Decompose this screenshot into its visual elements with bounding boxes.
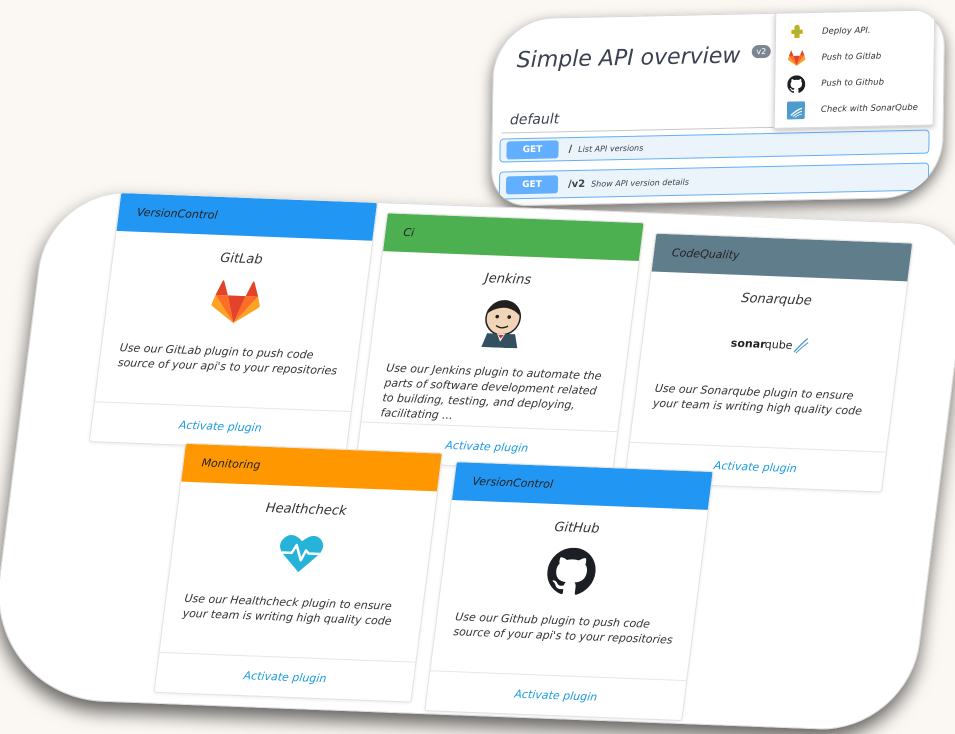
card-title: Sonarqube (740, 290, 813, 309)
method-badge: GET (505, 175, 559, 195)
menu-item-label: Push to Gitlab (821, 51, 882, 63)
card-category: Ci (383, 213, 644, 262)
plugin-action-menu: Deploy API. Push to Gitlab Push to Githu… (773, 9, 936, 129)
api-title-text: Simple API overview (516, 43, 741, 74)
jenkins-logo (371, 290, 634, 356)
sonarqube-logo: sonar qube (640, 310, 903, 376)
github-logo (440, 539, 703, 605)
api-section-default[interactable]: default (510, 111, 559, 128)
menu-item-label: Push to Github (821, 77, 885, 89)
card-title: GitHub (553, 519, 601, 537)
operation-row[interactable]: GET /v2 Show API version details (498, 162, 930, 200)
sonarqube-icon (786, 101, 806, 120)
operation-path: / (568, 143, 573, 155)
method-badge: GET (506, 140, 559, 160)
operation-description: List API versions (578, 143, 644, 154)
card-description: Use our Github plugin to push code sourc… (452, 610, 674, 647)
github-icon (787, 75, 806, 93)
operation-path: /v2 (567, 178, 586, 190)
svg-text:qube: qube (764, 338, 794, 352)
card-description: Use our Healthcheck plugin to ensure you… (181, 591, 393, 628)
card-description: Use our GitLab plugin to push code sourc… (117, 341, 338, 378)
card-title: Healthcheck (264, 500, 348, 519)
card-category: VersionControl (451, 462, 713, 510)
heart-pulse-logo (169, 520, 432, 586)
card-category: Monitoring (181, 443, 442, 492)
plugin-card-github: VersionControl GitHub Use our Github plu… (424, 461, 714, 722)
plugin-card-gitlab: VersionControl GitLab Use our GitLab plu… (88, 192, 379, 452)
card-category: CodeQuality (651, 233, 913, 282)
card-title: GitLab (219, 250, 264, 268)
plugin-card-sonarqube: CodeQuality Sonarqube sonar qube Use our… (623, 232, 914, 493)
gitlab-logo (105, 270, 368, 336)
puzzle-icon (788, 23, 806, 41)
api-overview-panel: Simple API overview v2 default GET / Lis… (490, 9, 946, 207)
plugins-panel: VersionControl GitLab Use our GitLab plu… (0, 189, 955, 733)
menu-item-label: Deploy API. (821, 25, 871, 37)
plugin-card-jenkins: Ci Jenkins Use our Jenkins plugin to aut… (355, 212, 645, 473)
card-category: VersionControl (116, 193, 378, 241)
operation-row[interactable]: GET / List API versions (499, 129, 930, 163)
activate-plugin-button[interactable]: Activate plugin (425, 670, 687, 720)
menu-item-push-github[interactable]: Push to Github (775, 68, 933, 97)
operation-description: Show API version details (591, 177, 690, 189)
api-title: Simple API overview v2 (517, 43, 772, 73)
menu-item-sonarqube[interactable]: Check with SonarQube (775, 94, 933, 123)
svg-text:sonar: sonar (730, 337, 767, 351)
card-title: Jenkins (483, 271, 532, 288)
plugin-card-healthcheck: Monitoring Healthcheck Use our Healthche… (153, 442, 443, 703)
gitlab-icon (787, 49, 806, 67)
card-description: Use our Sonarqube plugin to ensure your … (652, 381, 863, 418)
menu-item-deploy-api[interactable]: Deploy API. (776, 16, 934, 45)
menu-item-push-gitlab[interactable]: Push to Gitlab (775, 42, 933, 71)
activate-plugin-button[interactable]: Activate plugin (154, 651, 416, 702)
card-description: Use our Jenkins plugin to automate the p… (379, 361, 603, 422)
menu-item-label: Check with SonarQube (820, 102, 918, 115)
api-version-badge: v2 (751, 44, 772, 58)
divider (501, 126, 784, 134)
